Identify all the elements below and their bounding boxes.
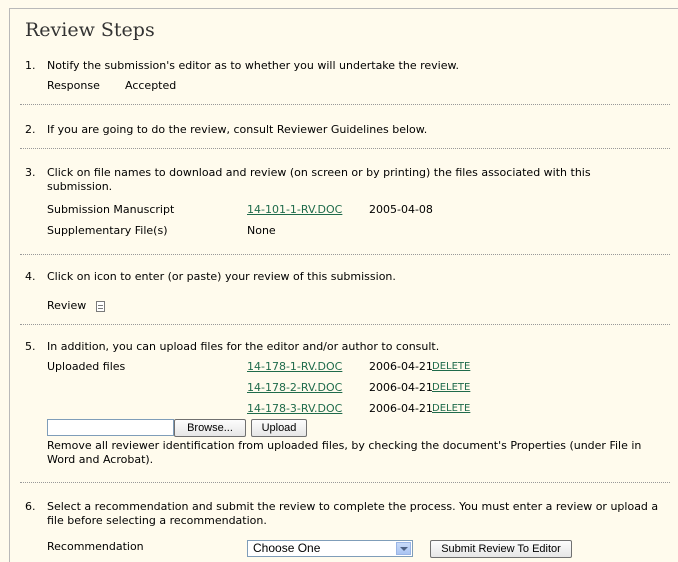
delete-file-link[interactable]: DELETE [432,361,470,372]
supplementary-files-label: Supplementary File(s) [47,224,168,237]
uploaded-files-label: Uploaded files [47,360,126,373]
uploaded-file-link[interactable]: 14-178-1-RV.DOC [247,360,342,373]
manuscript-date: 2005-04-08 [369,203,433,216]
uploaded-file-link[interactable]: 14-178-3-RV.DOC [247,402,342,415]
page-title: Review Steps [25,19,155,41]
recommendation-select[interactable]: Choose One [247,540,413,557]
upload-button[interactable]: Upload [251,419,307,437]
response-value: Accepted [125,79,177,92]
file-path-input[interactable] [47,419,174,436]
submission-manuscript-label: Submission Manuscript [47,203,175,216]
separator [20,482,670,483]
step-6-text: Select a recommendation and submit the r… [47,500,659,527]
uploaded-file-date: 2006-04-21 [369,381,433,394]
manuscript-file-link[interactable]: 14-101-1-RV.DOC [247,203,342,216]
response-label: Response [47,79,100,92]
step-3-number: 3. [25,166,36,179]
recommendation-selected-value: Choose One [253,541,321,555]
step-2-text: If you are going to do the review, consu… [47,123,428,136]
document-icon[interactable] [96,301,105,312]
uploaded-file-date: 2006-04-21 [369,402,433,415]
step-1-text: Notify the submission's editor as to whe… [47,59,459,72]
supplementary-files-value: None [247,224,276,237]
content-frame [9,8,678,562]
recommendation-label: Recommendation [47,540,144,553]
step-5-number: 5. [25,340,36,353]
separator [20,254,670,255]
submit-review-button[interactable]: Submit Review To Editor [430,540,572,558]
uploaded-file-link[interactable]: 14-178-2-RV.DOC [247,381,342,394]
separator [20,148,670,149]
step-1-number: 1. [25,59,36,72]
step-4-text: Click on icon to enter (or paste) your r… [47,270,396,283]
delete-file-link[interactable]: DELETE [432,403,470,414]
step-3-text: Click on file names to download and revi… [47,166,591,193]
chevron-down-icon[interactable] [396,542,411,555]
upload-note: Remove all reviewer identification from … [47,439,642,466]
uploaded-file-date: 2006-04-21 [369,360,433,373]
delete-file-link[interactable]: DELETE [432,382,470,393]
step-6-number: 6. [25,500,36,513]
step-2-number: 2. [25,123,36,136]
review-label: Review [47,299,87,312]
separator [20,324,670,325]
step-5-text: In addition, you can upload files for th… [47,340,440,353]
separator [20,104,670,105]
step-4-number: 4. [25,270,36,283]
browse-button[interactable]: Browse... [174,419,246,437]
